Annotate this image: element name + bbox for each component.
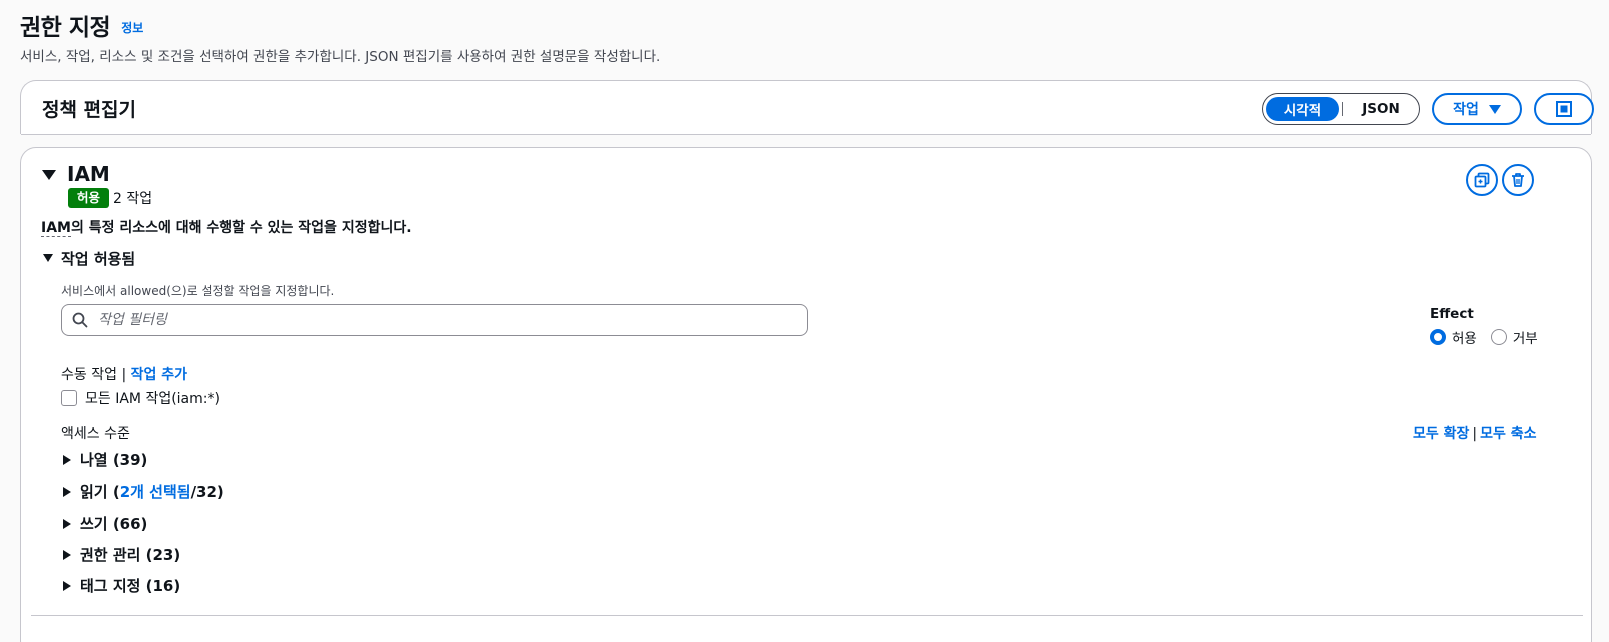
duplicate-icon [1474, 172, 1490, 188]
effect-allow-radio[interactable] [1430, 329, 1446, 345]
access-group-label[interactable]: 읽기 (2개 선택됨/32) [80, 481, 224, 502]
expand-separator: | [1472, 426, 1478, 442]
caret-right-icon [63, 580, 71, 591]
json-mode-button[interactable]: JSON [1346, 97, 1416, 121]
effect-label: Effect [1430, 306, 1474, 322]
search-icon [72, 312, 88, 328]
action-count: 2 작업 [113, 191, 153, 207]
access-group-permissions[interactable]: 권한 관리 (23) [63, 544, 180, 565]
caret-right-icon [63, 486, 71, 497]
add-action-link[interactable]: 작업 추가 [131, 367, 187, 383]
action-filter[interactable] [61, 304, 808, 336]
access-group-label[interactable]: 태그 지정 (16) [80, 575, 180, 596]
allowed-section-collapse-icon[interactable] [43, 254, 53, 262]
editor-mode-toggle: 시각적 JSON [1262, 93, 1420, 125]
read-suffix: /32) [190, 483, 224, 501]
page-description: 서비스, 작업, 리소스 및 조건을 선택하여 권한을 추가합니다. JSON … [20, 49, 661, 65]
allowed-actions-description: 서비스에서 allowed(으)로 설정할 작업을 지정합니다. [61, 284, 335, 298]
access-group-label[interactable]: 쓰기 (66) [80, 513, 147, 534]
mode-divider [1342, 102, 1343, 116]
effect-radio-group: Effect 허용 거부 [1430, 306, 1546, 347]
policy-editor-header: 정책 편집기 시각적 JSON 작업 [20, 80, 1594, 135]
statement-description-text: 의 특정 리소스에 대해 수행할 수 있는 작업을 지정합니다. [70, 220, 412, 236]
info-link[interactable]: 정보 [121, 19, 143, 36]
effect-allow-label[interactable]: 허용 [1452, 327, 1477, 347]
access-group-read[interactable]: 읽기 (2개 선택됨/32) [63, 481, 224, 502]
access-group-label[interactable]: 나열 (39) [80, 449, 147, 470]
all-iam-actions-checkbox[interactable] [61, 390, 77, 406]
access-group-write[interactable]: 쓰기 (66) [63, 513, 147, 534]
caret-right-icon [63, 454, 71, 465]
access-group-tagging[interactable]: 태그 지정 (16) [63, 575, 180, 596]
page-title: 권한 지정 [20, 15, 111, 41]
section-divider [31, 615, 1583, 616]
caret-right-icon [63, 518, 71, 529]
fullscreen-button[interactable] [1534, 93, 1594, 125]
caret-down-icon [1488, 104, 1501, 114]
duplicate-statement-button[interactable] [1466, 164, 1498, 196]
effect-badge: 허용 [68, 188, 110, 208]
read-prefix: 읽기 ( [80, 483, 120, 501]
expand-all-link[interactable]: 모두 확장 [1413, 426, 1469, 442]
all-iam-actions-label[interactable]: 모든 IAM 작업(iam:*) [85, 388, 220, 408]
statement-collapse-icon[interactable] [42, 170, 56, 180]
actions-dropdown-button[interactable]: 작업 [1432, 93, 1522, 125]
iam-abbreviation[interactable]: IAM [41, 220, 71, 237]
access-group-label[interactable]: 권한 관리 (23) [80, 544, 180, 565]
action-filter-input[interactable] [98, 312, 778, 328]
delete-statement-button[interactable] [1502, 164, 1534, 196]
collapse-all-link[interactable]: 모두 축소 [1480, 426, 1536, 442]
statement-service-title[interactable]: IAM [67, 162, 110, 186]
manual-actions-label: 수동 작업 [61, 367, 117, 383]
actions-dropdown-label: 작업 [1453, 102, 1479, 118]
caret-right-icon [63, 549, 71, 560]
fullscreen-icon [1556, 101, 1572, 117]
allowed-actions-title[interactable]: 작업 허용됨 [61, 248, 135, 269]
iam-statement-card: IAM 허용 2 작업 IAM의 특정 리소스에 대해 수행할 수 있는 작업을… [20, 147, 1592, 642]
manual-separator: | [121, 367, 127, 383]
manual-actions-row: 수동 작업 | 작업 추가 [61, 364, 187, 384]
read-selected-link[interactable]: 2개 선택됨 [120, 483, 191, 501]
expand-collapse-links: 모두 확장 | 모두 축소 [1413, 423, 1537, 443]
access-level-label: 액세스 수준 [61, 426, 130, 442]
effect-deny-radio[interactable] [1490, 329, 1507, 345]
page-header: 권한 지정 정보 [20, 8, 143, 42]
visual-mode-button[interactable]: 시각적 [1266, 97, 1339, 121]
statement-description: IAM의 특정 리소스에 대해 수행할 수 있는 작업을 지정합니다. [41, 217, 412, 237]
all-iam-actions-row[interactable]: 모든 IAM 작업(iam:*) [61, 388, 220, 408]
trash-icon [1512, 173, 1524, 187]
policy-editor-title: 정책 편집기 [42, 99, 137, 121]
access-group-list[interactable]: 나열 (39) [63, 449, 147, 470]
effect-deny-label[interactable]: 거부 [1513, 327, 1538, 347]
